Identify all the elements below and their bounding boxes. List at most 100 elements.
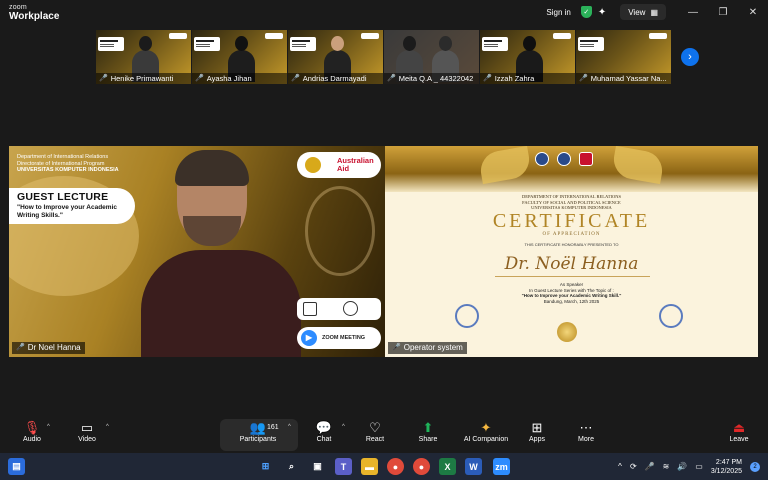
video-camera-icon: ▭ — [80, 420, 94, 435]
share-button[interactable]: ⬆ Share — [403, 419, 453, 443]
participants-options-chevron-icon[interactable]: ^ — [288, 424, 291, 430]
exit-door-icon: ⏏ — [732, 420, 746, 435]
wifi-icon[interactable]: ≋ — [663, 462, 670, 471]
certificate-role: As Speaker In Guest Lecture Series with … — [521, 282, 622, 304]
logo-mark — [361, 33, 379, 39]
video-camera-icon: ▶ — [301, 330, 317, 346]
more-dots-icon: ⋯ — [579, 420, 593, 435]
teams-icon[interactable]: T — [335, 458, 352, 475]
banner-headline: GUEST LECTURE — [17, 191, 109, 203]
shared-screen-certificate[interactable]: DEPARTMENT OF INTERNATIONAL RELATIONS FA… — [385, 146, 758, 357]
date-time-pill — [297, 298, 381, 320]
participant-tile[interactable]: 🎤 Ayasha Jihan — [192, 30, 287, 84]
sign-in-button[interactable]: Sign in — [546, 8, 570, 17]
apps-icon: ⊞ — [531, 420, 543, 435]
participant-tile[interactable]: 🎤 Izzah Zahra — [480, 30, 575, 84]
mic-muted-icon: 🎤 — [579, 75, 588, 82]
speaker-name-label: 🎤 Dr Noel Hanna — [12, 342, 85, 354]
heart-icon: ♡ — [369, 420, 381, 435]
participant-tile[interactable]: 🎤 Andrias Darmayadi — [288, 30, 383, 84]
minimize-icon[interactable]: — — [678, 7, 708, 18]
battery-icon[interactable]: ▭ — [695, 462, 703, 471]
mic-muted-icon: 🎤 — [387, 75, 396, 82]
certificate-recipient: Dr. Noël Hanna — [504, 254, 639, 274]
more-button[interactable]: ⋯ More — [561, 419, 611, 443]
slide-card — [98, 37, 124, 51]
participant-name: Henike Primawanti — [110, 74, 174, 83]
participant-tile[interactable]: 🎤 Henike Primawanti — [96, 30, 191, 84]
ai-companion-button[interactable]: ✦ AI Companion — [460, 419, 512, 443]
chat-options-chevron-icon[interactable]: ^ — [342, 424, 345, 430]
zoom-window: zoom Workplace Sign in ✓ ✦ View ▦ — ❐ ✕ … — [0, 0, 768, 453]
stamp-seal — [455, 304, 479, 328]
slide-card — [290, 37, 316, 51]
gold-medal-icon — [557, 322, 577, 342]
participant-name: Meita Q.A _ 44322042 — [398, 74, 474, 83]
logo-mark — [265, 33, 283, 39]
task-view-icon[interactable]: ▣ — [309, 458, 326, 475]
speaker-video-tile[interactable]: Department of International Relations Di… — [9, 146, 385, 357]
ai-sparkle-icon[interactable]: ✦ — [598, 7, 606, 18]
excel-icon[interactable]: X — [439, 458, 456, 475]
notification-badge[interactable]: 2 — [750, 461, 760, 472]
certificate-title: CERTIFICATE — [492, 210, 651, 232]
participant-name: Ayasha Jihan — [206, 74, 252, 83]
restore-icon[interactable]: ❐ — [708, 7, 738, 18]
video-button[interactable]: ▭ Video — [62, 419, 112, 443]
search-icon[interactable]: ⌕ — [283, 458, 300, 475]
banner-topic: "How to Improve your Academic Writing Sk… — [17, 204, 118, 219]
word-icon[interactable]: W — [465, 458, 482, 475]
logo-mark — [553, 33, 571, 39]
grid-icon: ▦ — [650, 7, 658, 17]
volume-icon[interactable]: 🔊 — [677, 462, 687, 471]
department-text: Department of International Relations Di… — [17, 154, 119, 173]
participant-strip: 🎤 Henike Primawanti 🎤 Ayasha Jihan 🎤 Andria… — [96, 30, 671, 84]
next-page-chevron-icon[interactable]: › — [681, 48, 699, 66]
guest-lecture-banner: GUEST LECTURE "How to Improve your Acade… — [9, 188, 135, 224]
certificate-institution: DEPARTMENT OF INTERNATIONAL RELATIONS FA… — [522, 194, 621, 210]
apps-button[interactable]: ⊞ Apps — [512, 419, 562, 443]
sync-icon[interactable]: ⟳ — [630, 462, 637, 471]
chrome-icon[interactable]: ● — [387, 458, 404, 475]
speaker-video — [141, 150, 301, 357]
widgets-icon[interactable]: ▤ — [8, 458, 25, 475]
people-icon: 👥 — [249, 420, 267, 435]
stamp-seal — [659, 304, 683, 328]
shield-icon[interactable]: ✓ — [580, 6, 592, 18]
zoom-icon[interactable]: zm — [493, 458, 510, 475]
participants-count: 161 — [267, 424, 279, 431]
mic-muted-icon: 🎙 — [23, 420, 41, 435]
ai-sparkle-icon: ✦ — [480, 420, 492, 435]
participant-name: Andrias Darmayadi — [302, 74, 367, 83]
video-options-chevron-icon[interactable]: ^ — [106, 424, 109, 430]
university-seals — [535, 152, 593, 166]
leave-button[interactable]: ⏏ Leave — [714, 419, 764, 443]
mic-icon[interactable]: 🎤 — [645, 462, 655, 471]
file-explorer-icon[interactable]: ▬ — [361, 458, 378, 475]
clock[interactable]: 2:47 PM 3/12/2025 — [711, 458, 742, 476]
close-icon[interactable]: ✕ — [738, 7, 768, 18]
mic-muted-icon: 🎤 — [99, 75, 108, 82]
zoom-meeting-badge: ▶ ZOOM MEETING — [297, 327, 381, 349]
participant-tile[interactable]: 🎤 Muhamad Yassar Na... — [576, 30, 671, 84]
certificate-presented: THIS CERTIFICATE HONORABLY PRESENTED TO — [524, 242, 619, 247]
slide-card — [194, 37, 220, 51]
participant-tile[interactable]: 🎤 Meita Q.A _ 44322042 — [384, 30, 479, 84]
participants-button[interactable]: 👥 Participants — [233, 419, 283, 443]
logo-mark — [649, 33, 667, 39]
audio-options-chevron-icon[interactable]: ^ — [47, 424, 50, 430]
audio-button[interactable]: 🎙 Audio — [7, 419, 57, 443]
chevron-up-icon[interactable]: ^ — [618, 462, 622, 471]
view-button[interactable]: View ▦ — [620, 4, 666, 20]
brand-large: Workplace — [9, 11, 60, 22]
app-logo: zoom Workplace — [9, 3, 60, 22]
windows-taskbar: ▤ ⊞ ⌕ ▣ T ▬ ● ● X W zm ^ ⟳ 🎤 ≋ 🔊 ▭ 2:47 … — [0, 453, 768, 480]
react-button[interactable]: ♡ React — [350, 419, 400, 443]
participant-name: Izzah Zahra — [494, 74, 535, 83]
start-icon[interactable]: ⊞ — [257, 458, 274, 475]
chat-icon: 💬 — [315, 420, 333, 435]
crest-icon — [305, 157, 321, 173]
chat-button[interactable]: 💬 Chat — [299, 419, 349, 443]
clock-icon — [343, 301, 358, 316]
chrome-icon[interactable]: ● — [413, 458, 430, 475]
